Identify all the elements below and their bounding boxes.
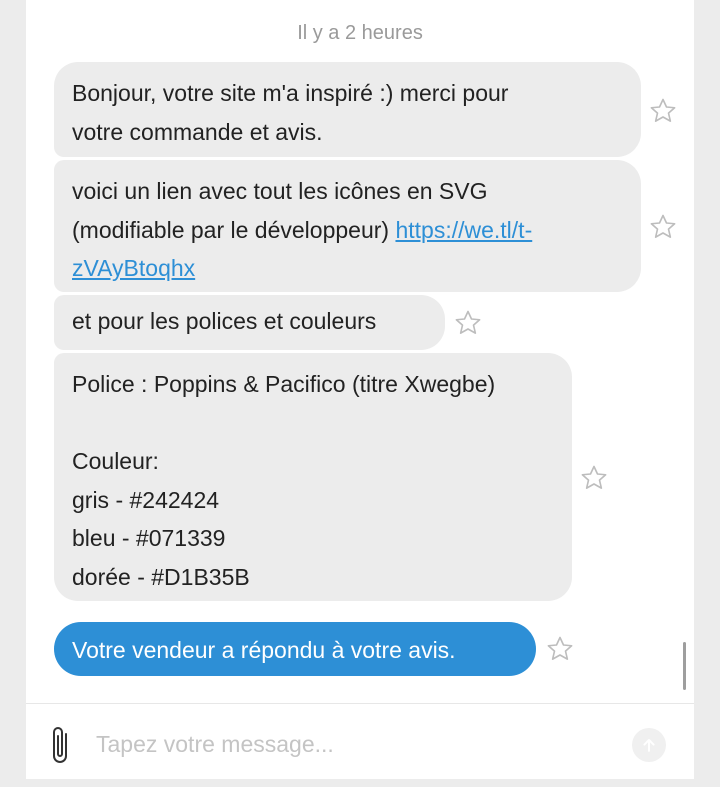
message-line: voici un lien avec tout les icônes en SV… [72,178,488,204]
message-input[interactable] [96,724,616,764]
message-line: votre commande et avis. [72,118,323,145]
message-line: bleu - #071339 [72,525,226,551]
message-line: (modifiable par le développeur) https://… [72,211,621,250]
message-bubble: Bonjour, votre site m'a inspiré :) merci… [54,62,641,157]
message-bubble: voici un lien avec tout les icônes en SV… [54,160,641,292]
message-line: Couleur: [72,448,159,474]
wetransfer-link-continued[interactable]: zVAyBtoqhx [72,255,195,281]
seller-replied-bubble[interactable]: Votre vendeur a répondu à votre avis. [54,622,536,676]
message-line: et pour les polices et couleurs [72,308,377,334]
message-line: Bonjour, votre site m'a inspiré :) merci… [72,80,509,106]
send-button[interactable] [632,728,666,762]
message-text: (modifiable par le développeur) [72,216,396,243]
paperclip-icon[interactable] [50,726,74,766]
star-icon[interactable] [648,96,678,126]
timestamp: Il y a 2 heures [297,22,423,44]
wetransfer-link[interactable]: https://we.tl/t- [395,217,532,243]
message-line: gris - #242424 [72,486,220,513]
scrollbar[interactable] [683,642,686,690]
message-bubble: et pour les polices et couleurs [54,295,445,350]
chat-panel: Il y a 2 heures Bonjour, votre site m'a … [26,0,694,779]
message-bubble: Police : Poppins & Pacifico (titre Xwegb… [54,353,572,601]
star-icon[interactable] [453,308,483,338]
message-line: dorée - #D1B35B [72,563,250,590]
star-icon[interactable] [648,212,678,242]
message-line: Police : Poppins & Pacifico (titre Xwegb… [72,371,496,397]
message-line: zVAyBtoqhx [72,249,621,288]
star-icon[interactable] [579,463,609,493]
arrow-up-icon [643,739,655,752]
message-line: Votre vendeur a répondu à votre avis. [72,637,456,663]
message-composer [26,703,694,779]
star-icon[interactable] [545,634,575,664]
